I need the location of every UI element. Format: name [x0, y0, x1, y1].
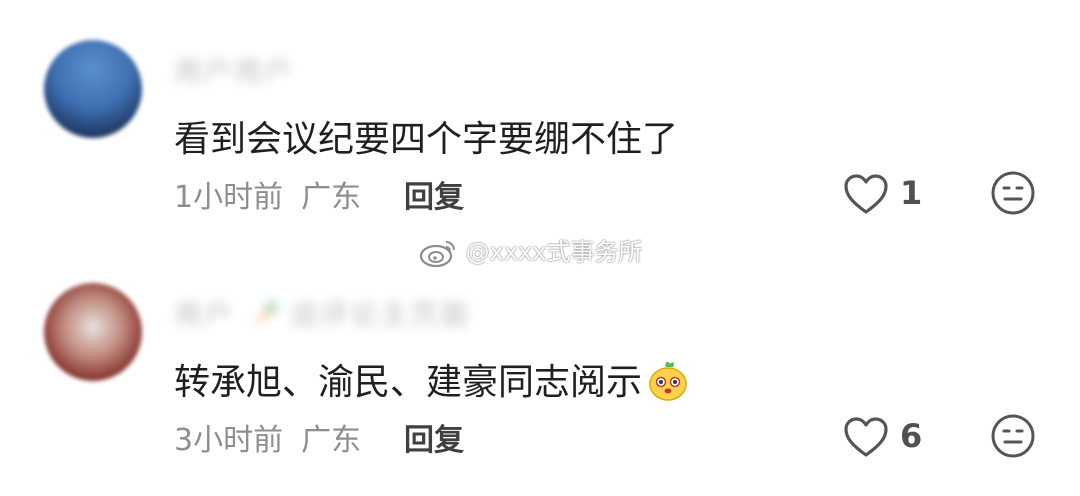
comment-location: 广东 — [301, 423, 362, 458]
avatar[interactable] — [44, 40, 142, 138]
mango-emoji-icon — [646, 358, 690, 402]
comment-text: 看到会议纪要四个字要绷不住了 — [174, 119, 679, 160]
comment-location: 广东 — [301, 180, 362, 215]
comment-meta: 3小时前 广东 — [174, 415, 361, 459]
reply-button[interactable]: 回复 — [404, 172, 464, 216]
carrot-icon — [245, 296, 279, 331]
comment-item: 用户用户 看到会议纪要四个字要绷不住了 1小时前 广东 回复 1 — [0, 0, 1080, 240]
like-count: 1 — [900, 174, 923, 212]
comment-meta: 1小时前 广东 — [174, 172, 361, 216]
neutral-face-icon[interactable] — [990, 413, 1036, 459]
comment-text-content: 转承旭、渝民、建豪同志阅示 — [174, 362, 643, 403]
reply-button[interactable]: 回复 — [404, 415, 464, 459]
comment-text: 转承旭、渝民、建豪同志阅示 — [174, 353, 690, 405]
comment-item: 用户 追评论主页面 转承旭、渝民、建豪同志阅示 3小时前 广东 回复 6 — [0, 255, 1080, 495]
username-text: 用户 — [174, 298, 235, 331]
heart-outline-icon[interactable] — [842, 415, 890, 459]
username-suffix: 追评论主页面 — [289, 298, 470, 331]
avatar[interactable] — [44, 283, 142, 381]
comment-time: 1小时前 — [174, 180, 284, 215]
heart-outline-icon[interactable] — [842, 172, 890, 216]
comment-time: 3小时前 — [174, 423, 284, 458]
username[interactable]: 用户用户 — [174, 50, 294, 90]
username[interactable]: 用户 追评论主页面 — [174, 293, 470, 333]
neutral-face-icon[interactable] — [990, 170, 1036, 216]
like-count: 6 — [900, 417, 923, 455]
